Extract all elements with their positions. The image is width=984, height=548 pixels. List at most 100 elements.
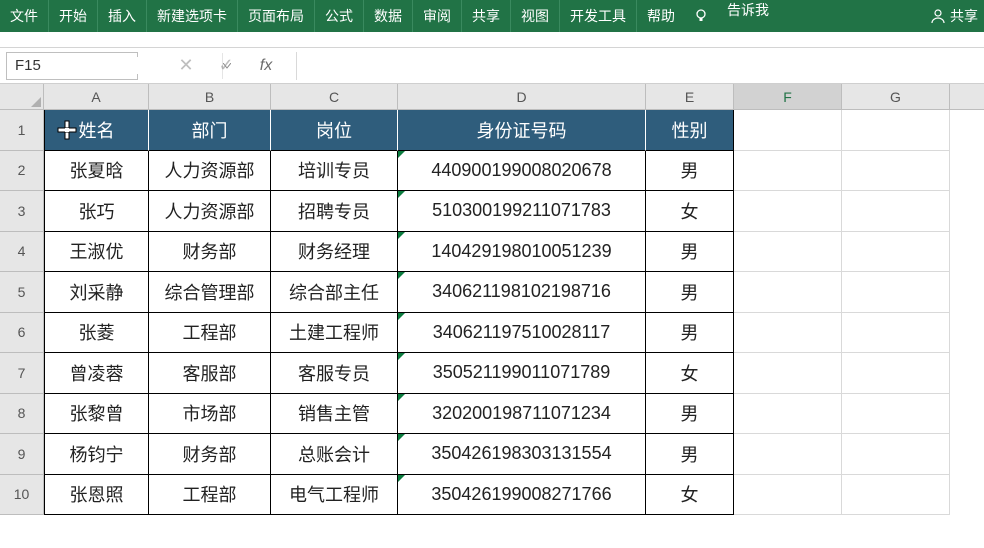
row-header[interactable]: 3 <box>0 191 44 232</box>
cell[interactable]: 总账会计 <box>271 434 398 475</box>
cell[interactable]: 女 <box>646 475 734 516</box>
cell[interactable] <box>842 313 950 354</box>
cell[interactable]: 男 <box>646 434 734 475</box>
formula-cancel-button[interactable]: ✕ <box>166 52 206 80</box>
cell[interactable]: 财务部 <box>149 232 271 273</box>
col-header-C[interactable]: C <box>271 84 398 109</box>
ribbon-tab-view[interactable]: 视图 <box>511 0 560 32</box>
col-header-B[interactable]: B <box>149 84 271 109</box>
fx-button[interactable]: fx <box>246 52 286 80</box>
cell[interactable]: 340621197510028117 <box>398 313 646 354</box>
cell[interactable]: 男 <box>646 313 734 354</box>
cell[interactable]: 男 <box>646 232 734 273</box>
cell[interactable]: 男 <box>646 394 734 435</box>
ribbon-tab-home[interactable]: 开始 <box>49 0 98 32</box>
share-button[interactable]: 共享 <box>924 0 984 32</box>
cell[interactable]: 财务经理 <box>271 232 398 273</box>
cell[interactable]: 350426198303131554 <box>398 434 646 475</box>
cell[interactable] <box>734 272 842 313</box>
cell[interactable]: 王淑优 <box>44 232 149 273</box>
cell[interactable] <box>734 313 842 354</box>
row-header[interactable]: 4 <box>0 232 44 273</box>
col-header-E[interactable]: E <box>646 84 734 109</box>
cell[interactable]: 培训专员 <box>271 151 398 192</box>
cell[interactable]: 320200198711071234 <box>398 394 646 435</box>
ribbon-tab-file[interactable]: 文件 <box>0 0 49 32</box>
cell[interactable]: 男 <box>646 151 734 192</box>
cell[interactable]: 张黎曾 <box>44 394 149 435</box>
cell[interactable] <box>734 475 842 516</box>
cell[interactable]: 张菱 <box>44 313 149 354</box>
row-header[interactable]: 9 <box>0 434 44 475</box>
cell[interactable] <box>842 232 950 273</box>
col-header-F[interactable]: F <box>734 84 842 109</box>
row-header[interactable]: 6 <box>0 313 44 354</box>
cell[interactable]: 招聘专员 <box>271 191 398 232</box>
cell[interactable] <box>734 394 842 435</box>
ribbon-tab-review[interactable]: 审阅 <box>413 0 462 32</box>
cell[interactable] <box>734 353 842 394</box>
cell[interactable] <box>842 353 950 394</box>
cell[interactable]: 340621198102198716 <box>398 272 646 313</box>
tell-me-icon[interactable] <box>685 0 721 32</box>
cell[interactable]: 350426199008271766 <box>398 475 646 516</box>
col-header-A[interactable]: A <box>44 84 149 109</box>
ribbon-tab-pagelayout[interactable]: 页面布局 <box>238 0 315 32</box>
cell[interactable]: 张巧 <box>44 191 149 232</box>
cell[interactable] <box>734 110 842 151</box>
cell[interactable]: 440900199008020678 <box>398 151 646 192</box>
cell[interactable] <box>842 272 950 313</box>
cell[interactable] <box>842 475 950 516</box>
cell[interactable]: 电气工程师 <box>271 475 398 516</box>
cell[interactable]: 工程部 <box>149 313 271 354</box>
select-all-corner[interactable] <box>0 84 44 109</box>
row-header[interactable]: 8 <box>0 394 44 435</box>
cell[interactable]: 客服部 <box>149 353 271 394</box>
cell[interactable]: 男 <box>646 272 734 313</box>
cell[interactable]: 土建工程师 <box>271 313 398 354</box>
header-cell-position[interactable]: 岗位 <box>271 110 398 151</box>
cell[interactable]: 客服专员 <box>271 353 398 394</box>
col-header-D[interactable]: D <box>398 84 646 109</box>
cell[interactable] <box>734 434 842 475</box>
cell[interactable]: 女 <box>646 353 734 394</box>
cell[interactable]: 140429198010051239 <box>398 232 646 273</box>
ribbon-tab-share[interactable]: 共享 <box>462 0 511 32</box>
ribbon-tab-formulas[interactable]: 公式 <box>315 0 364 32</box>
row-header[interactable]: 1 <box>0 110 44 151</box>
cell[interactable]: 女 <box>646 191 734 232</box>
header-cell-name[interactable]: 姓名 <box>44 110 149 151</box>
cell[interactable]: 销售主管 <box>271 394 398 435</box>
cell[interactable] <box>734 191 842 232</box>
ribbon-tab-developer[interactable]: 开发工具 <box>560 0 637 32</box>
cell[interactable]: 350521199011071789 <box>398 353 646 394</box>
cell[interactable]: 张恩照 <box>44 475 149 516</box>
cell[interactable] <box>842 394 950 435</box>
cell[interactable] <box>842 110 950 151</box>
header-cell-id[interactable]: 身份证号码 <box>398 110 646 151</box>
cell[interactable]: 刘采静 <box>44 272 149 313</box>
ribbon-tab-insert[interactable]: 插入 <box>98 0 147 32</box>
cell[interactable]: 张夏晗 <box>44 151 149 192</box>
cell[interactable]: 人力资源部 <box>149 151 271 192</box>
cell[interactable] <box>842 434 950 475</box>
ribbon-tab-new[interactable]: 新建选项卡 <box>147 0 238 32</box>
cell[interactable]: 财务部 <box>149 434 271 475</box>
cell[interactable]: 综合部主任 <box>271 272 398 313</box>
cell[interactable]: 杨钧宁 <box>44 434 149 475</box>
row-header[interactable]: 5 <box>0 272 44 313</box>
formula-enter-button[interactable]: ✓ <box>206 52 246 80</box>
cell[interactable] <box>734 151 842 192</box>
name-box[interactable] <box>6 52 138 80</box>
formula-input[interactable] <box>296 52 984 80</box>
header-cell-gender[interactable]: 性别 <box>646 110 734 151</box>
row-header[interactable]: 10 <box>0 475 44 516</box>
cell[interactable] <box>842 151 950 192</box>
ribbon-tab-data[interactable]: 数据 <box>364 0 413 32</box>
cell[interactable]: 人力资源部 <box>149 191 271 232</box>
cell[interactable]: 市场部 <box>149 394 271 435</box>
cell[interactable]: 工程部 <box>149 475 271 516</box>
cell[interactable]: 510300199211071783 <box>398 191 646 232</box>
row-header[interactable]: 2 <box>0 151 44 192</box>
cell[interactable]: 综合管理部 <box>149 272 271 313</box>
